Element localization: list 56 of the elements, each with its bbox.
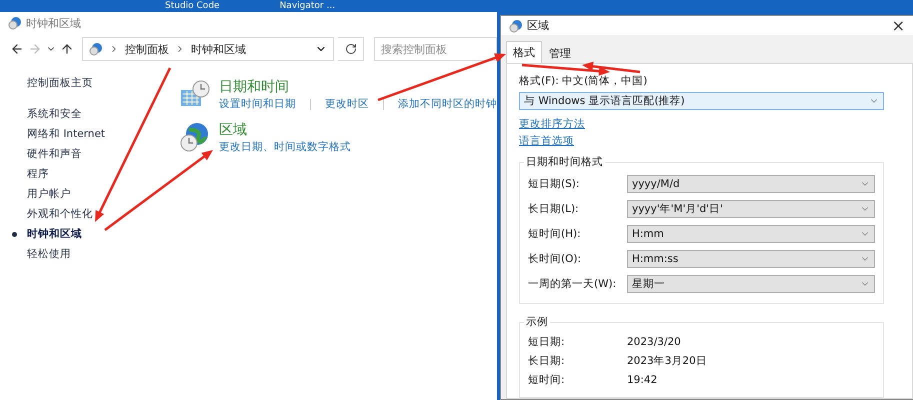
globe-icon (8, 16, 22, 30)
format-dropdown[interactable]: yyyy'年'M'月'd'日' (627, 200, 875, 218)
taskbar-label[interactable]: Studio Code (165, 0, 220, 12)
tab[interactable]: 管理 (542, 43, 578, 63)
category-title[interactable]: 区域 (219, 121, 351, 139)
format-dropdown[interactable]: H:mm (627, 225, 875, 243)
sidebar-item[interactable]: 时钟和区域 (12, 224, 169, 244)
example-label: 短日期: (528, 335, 566, 349)
category-title[interactable]: 日期和时间 (219, 78, 497, 96)
settings-link[interactable]: 更改排序方法 (519, 116, 884, 133)
task-link[interactable]: 更改日期、时间或数字格式 (219, 140, 351, 154)
breadcrumb-item[interactable]: 控制面板 (125, 42, 169, 56)
settings-link[interactable]: 语言首选项 (519, 133, 884, 150)
globe-icon (509, 18, 523, 32)
sidebar-item[interactable]: 硬件和声音 (12, 144, 169, 164)
format-dropdown[interactable]: yyyy/M/d (627, 175, 875, 193)
field-label: 一周的第一天(W): (528, 277, 618, 291)
task-link[interactable]: 更改时区 (325, 97, 369, 111)
sidebar-item[interactable]: 外观和个性化 (12, 204, 169, 224)
sidebar-item[interactable]: 网络和 Internet (12, 124, 169, 144)
taskbar-label[interactable]: Navigator ... (280, 0, 336, 12)
sidebar-item[interactable]: 用户帐户 (12, 184, 169, 204)
sidebar-item[interactable]: 程序 (12, 164, 169, 184)
up-button[interactable] (60, 42, 74, 56)
example-value: 2023年3月20日 (627, 354, 707, 368)
task-link[interactable]: 设置时间和日期 (219, 97, 296, 111)
sidebar-item[interactable]: 轻松使用 (12, 244, 169, 264)
globe-icon (89, 42, 103, 56)
window-title: 时钟和区域 (26, 16, 81, 30)
group-title: 日期和时间格式 (524, 155, 605, 169)
field-label: 短时间(H): (528, 227, 582, 241)
search-field[interactable]: 搜索控制面板 (374, 37, 497, 61)
example-value: 19:42 (627, 373, 658, 387)
dialog-title: 区域 (527, 18, 550, 33)
sidebar-item[interactable]: 系统和安全 (12, 104, 169, 124)
field-label: 长时间(O): (528, 252, 582, 266)
format-label: 格式(F): 中文(简体，中国) (519, 74, 648, 88)
refresh-icon (344, 43, 356, 55)
address-bar[interactable]: 控制面板 时钟和区域 (82, 37, 334, 61)
format-dropdown[interactable]: H:mm:ss (627, 250, 875, 268)
globe-clock-icon (179, 121, 211, 153)
task-link[interactable]: 添加不同时区的时钟 (398, 97, 497, 111)
example-label: 短时间: (528, 373, 566, 387)
breadcrumb-item[interactable]: 时钟和区域 (191, 42, 246, 56)
field-label: 短日期(S): (528, 177, 580, 191)
format-dropdown[interactable]: 与 Windows 显示语言匹配(推荐) (519, 92, 884, 110)
close-button[interactable]: × (892, 18, 905, 34)
format-dropdown[interactable]: 星期一 (627, 275, 875, 293)
sidebar-link[interactable]: 控制面板主页 (27, 76, 169, 90)
example-label: 长日期: (528, 354, 566, 368)
group-title: 示例 (524, 315, 550, 329)
field-label: 长日期(L): (528, 202, 580, 216)
back-button[interactable] (10, 42, 24, 56)
example-value: 2023/3/20 (627, 335, 681, 349)
refresh-button[interactable] (338, 37, 364, 61)
tab[interactable]: 格式 (506, 41, 542, 63)
